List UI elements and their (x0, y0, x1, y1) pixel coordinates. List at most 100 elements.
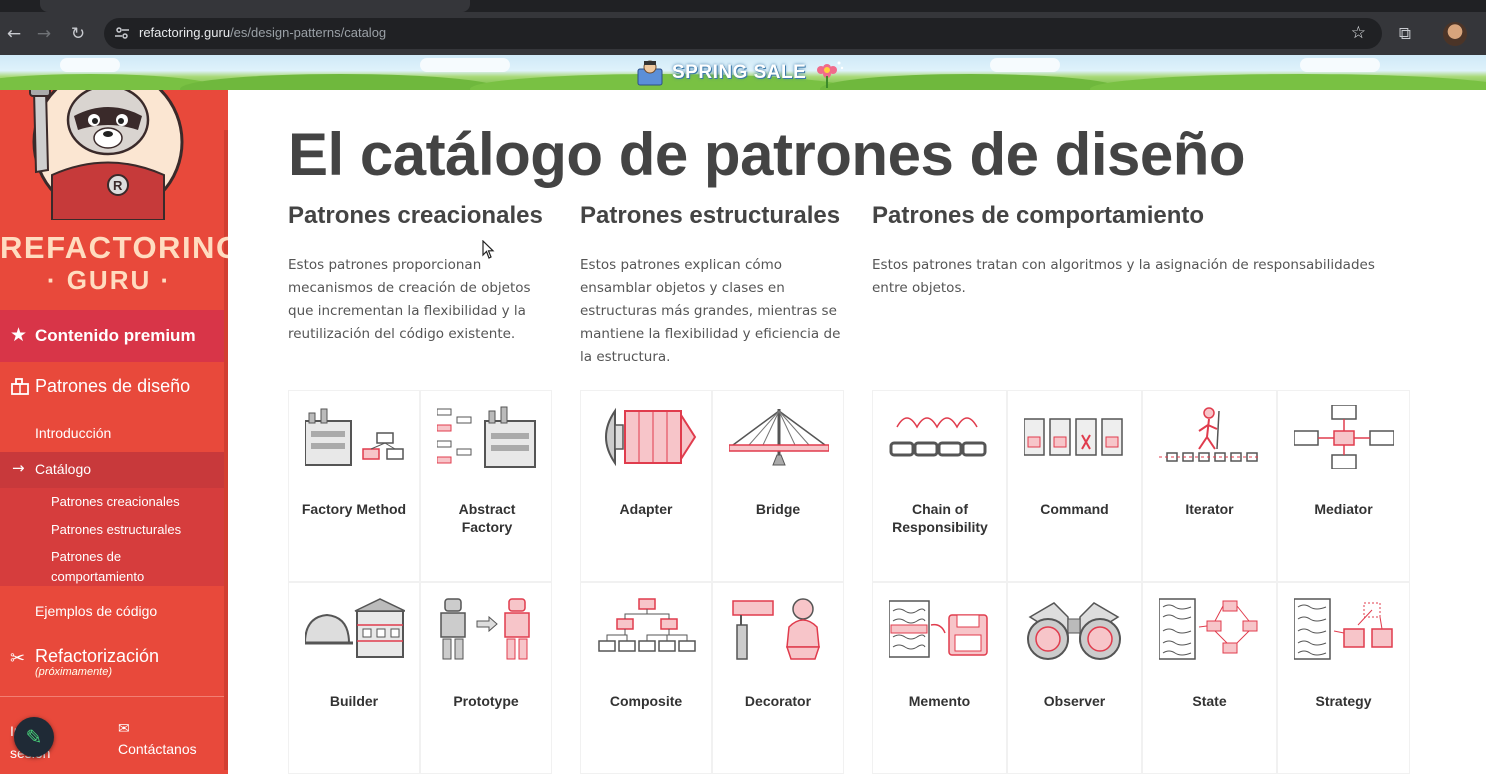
composite-icon (598, 598, 696, 652)
catalog-submenu: Patrones creacionales Patrones estructur… (0, 488, 224, 586)
address-bar[interactable]: refactoring.guru/es/design-patterns/cata… (104, 18, 1382, 49)
factory-method-icon (305, 408, 404, 466)
command-icon (1024, 418, 1123, 456)
category-title-creational[interactable]: Patrones creacionales (288, 202, 543, 230)
sidebar-item-label: Patrones de diseño (35, 376, 191, 396)
pattern-name: Factory Method (301, 501, 407, 517)
pattern-name: Memento (908, 693, 971, 709)
page-title: El catálogo de patrones de diseño (288, 121, 1246, 188)
pattern-name: Chain of Responsibility (892, 501, 988, 535)
pattern-name: Observer (1043, 693, 1106, 709)
url-text: refactoring.guru/es/design-patterns/cata… (139, 25, 386, 40)
pattern-name: Mediator (1314, 501, 1373, 517)
prototype-icon (440, 598, 530, 660)
sidebar-item-refactoring[interactable]: ✂ Refactorización (próximamente) (0, 640, 224, 694)
iterator-icon (1159, 407, 1259, 462)
observer-icon (1027, 602, 1121, 660)
browser-tabstrip (0, 0, 1486, 12)
pattern-card-strategy[interactable]: Strategy (1277, 582, 1410, 774)
pattern-card-bridge[interactable]: Bridge (712, 390, 844, 582)
sidebar-item-label: Catálogo (35, 461, 92, 477)
pattern-name: Abstract Factory (458, 501, 516, 535)
coming-soon-note: (próximamente) (35, 666, 113, 678)
envelope-icon: ✉ (118, 720, 130, 736)
strategy-icon (1294, 598, 1393, 660)
book-character-icon (637, 60, 663, 86)
scissors-icon: ✂ (10, 648, 26, 669)
category-title-behavioral[interactable]: Patrones de comportamiento (872, 202, 1204, 230)
pattern-name: Strategy (1315, 693, 1372, 709)
pattern-name: Bridge (755, 501, 801, 517)
sidebar-item-code-examples[interactable]: Ejemplos de código (35, 603, 157, 619)
banner-text: SPRING SALE (672, 62, 807, 83)
site-settings-icon[interactable] (114, 25, 130, 41)
url-path: /es/design-patterns/catalog (230, 25, 387, 40)
brand-name[interactable]: REFACTORING (0, 230, 228, 266)
sidebar-item-behavioral[interactable]: Patrones de comportamiento (51, 547, 171, 587)
bridge-icon (729, 409, 829, 466)
pattern-card-chain-of-responsibility[interactable]: Chain of Responsibility (872, 390, 1007, 582)
adapter-icon (605, 407, 697, 467)
sidebar-item-catalog[interactable]: → Catálogo (0, 452, 224, 488)
pattern-card-builder[interactable]: Builder (288, 582, 420, 774)
pattern-name: State (1192, 693, 1227, 709)
pattern-name: Adapter (619, 501, 673, 517)
pattern-card-decorator[interactable]: Decorator (712, 582, 844, 774)
browser-toolbar: ← → ↻ refactoring.guru/es/design-pattern… (0, 12, 1486, 55)
back-icon[interactable]: ← (0, 20, 28, 48)
category-title-structural[interactable]: Patrones estructurales (580, 202, 840, 230)
arrow-right-icon: → (12, 459, 25, 477)
pattern-card-memento[interactable]: Memento (872, 582, 1007, 774)
pattern-name: Prototype (453, 693, 519, 709)
url-host: refactoring.guru (139, 25, 231, 40)
mouse-cursor-icon (482, 240, 495, 259)
pattern-name: Decorator (744, 693, 812, 709)
contact-link[interactable]: ✉ Contáctanos (118, 720, 197, 757)
raccoon-mascot-logo[interactable]: R (12, 90, 184, 220)
contact-label: Contáctanos (118, 741, 197, 757)
bookmark-star-icon[interactable]: ☆ (1351, 23, 1366, 43)
abstract-factory-icon (437, 406, 536, 468)
profile-avatar[interactable] (1443, 22, 1467, 46)
pattern-card-iterator[interactable]: Iterator (1142, 390, 1277, 582)
pattern-name: Command (1040, 501, 1109, 517)
sidebar-item-intro[interactable]: Introducción (35, 425, 111, 441)
edit-pencil-button[interactable]: ✎ (14, 717, 54, 757)
puzzle-icon (11, 378, 29, 395)
spring-sale-banner[interactable]: SPRING SALE (0, 55, 1486, 90)
pattern-card-state[interactable]: State (1142, 582, 1277, 774)
builder-icon (305, 598, 405, 658)
mediator-icon (1294, 405, 1394, 469)
pattern-name: Composite (609, 693, 683, 709)
star-icon: ★ (10, 325, 28, 346)
forward-icon[interactable]: → (30, 20, 58, 48)
sidebar-item-design-patterns[interactable]: Patrones de diseño (0, 368, 224, 408)
reload-icon[interactable]: ↻ (64, 20, 92, 48)
sidebar-item-structural[interactable]: Patrones estructurales (51, 520, 181, 540)
category-desc-structural: Estos patrones explican cómo ensamblar o… (580, 257, 841, 365)
sidebar: R REFACTORING · GURU · ★ Contenido premi… (0, 90, 228, 774)
sidebar-item-creational[interactable]: Patrones creacionales (51, 492, 180, 512)
decorator-icon (732, 598, 821, 660)
sidebar-item-premium[interactable]: ★ Contenido premium (0, 310, 224, 362)
pattern-card-composite[interactable]: Composite (580, 582, 712, 774)
sidebar-item-label: Refactorización (35, 646, 160, 666)
pattern-card-factory-method[interactable]: Factory Method (288, 390, 420, 582)
pattern-card-mediator[interactable]: Mediator (1277, 390, 1410, 582)
pattern-name: Iterator (1185, 501, 1234, 517)
pattern-card-prototype[interactable]: Prototype (420, 582, 552, 774)
chain-of-responsibility-icon (889, 417, 987, 457)
sidebar-item-label: Contenido premium (35, 326, 196, 345)
pattern-card-command[interactable]: Command (1007, 390, 1142, 582)
category-desc-behavioral: Estos patrones tratan con algoritmos y l… (872, 257, 1375, 296)
pattern-card-observer[interactable]: Observer (1007, 582, 1142, 774)
sidebar-divider (0, 696, 224, 697)
category-desc-creational: Estos patrones proporcionan mecanismos d… (288, 257, 531, 342)
memento-icon (889, 600, 988, 658)
pattern-card-adapter[interactable]: Adapter (580, 390, 712, 582)
extensions-icon[interactable]: ⧉ (1391, 20, 1419, 48)
brand-name-guru[interactable]: · GURU · (0, 265, 218, 296)
browser-tab[interactable] (40, 0, 470, 12)
pattern-card-abstract-factory[interactable]: Abstract Factory (420, 390, 552, 582)
svg-text:R: R (113, 178, 123, 193)
